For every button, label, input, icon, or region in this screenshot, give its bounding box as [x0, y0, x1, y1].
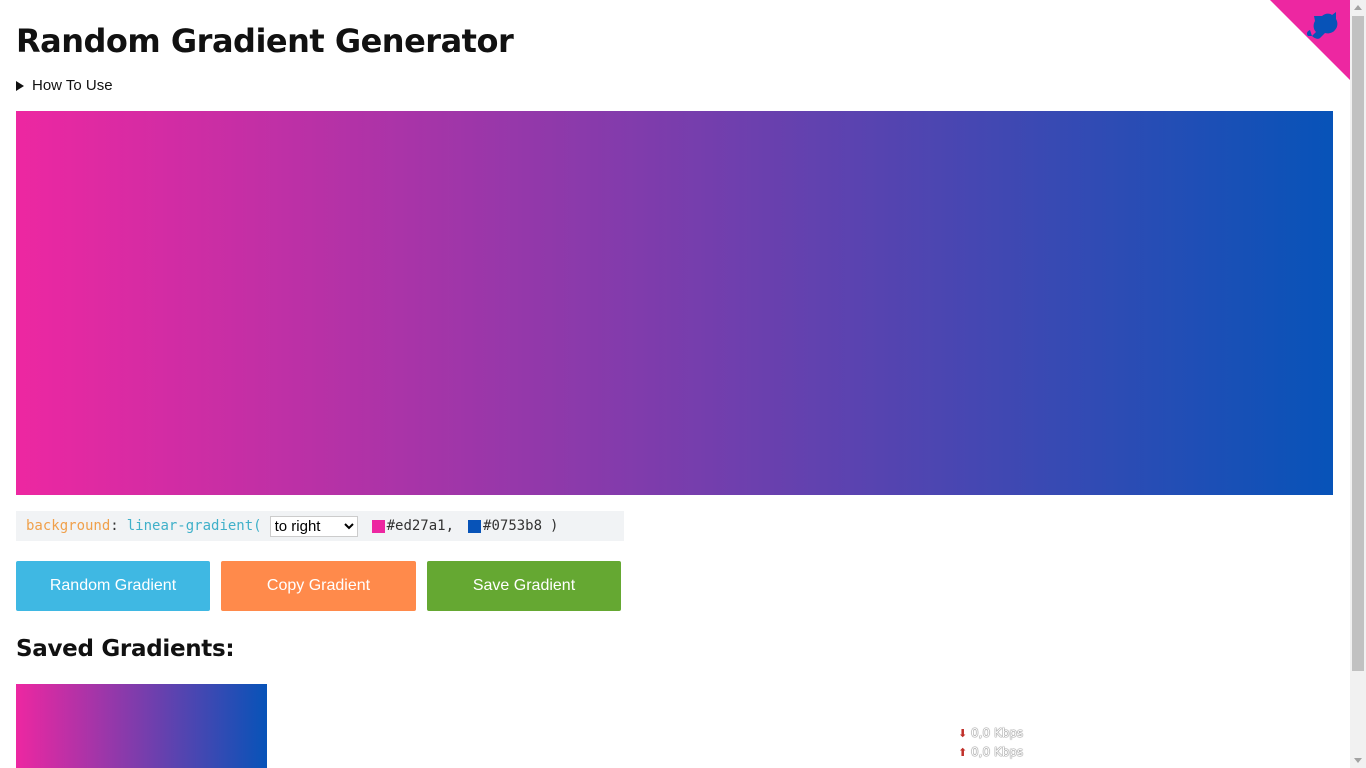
save-gradient-button[interactable]: Save Gradient — [427, 561, 621, 611]
disclosure-triangle-icon — [16, 80, 24, 91]
github-octocat-icon — [1270, 0, 1350, 80]
css-code-bar: background : linear-gradient( to right #… — [16, 511, 624, 541]
vertical-scrollbar[interactable] — [1350, 0, 1366, 768]
code-colon: : — [110, 518, 119, 534]
down-arrow-icon: ⬇ — [958, 727, 968, 740]
page: Random Gradient Generator How To Use bac… — [0, 0, 1350, 768]
how-to-use-label: How To Use — [32, 77, 113, 94]
page-title: Random Gradient Generator — [16, 22, 514, 60]
scroll-up-icon[interactable] — [1354, 5, 1362, 10]
direction-select[interactable]: to right — [269, 515, 358, 537]
download-speed: 0,0 Kbps — [971, 726, 1024, 740]
saved-gradient-thumbnail[interactable] — [16, 684, 267, 768]
up-arrow-icon: ⬆ — [958, 746, 968, 759]
scrollbar-thumb[interactable] — [1352, 16, 1364, 671]
code-property: background — [26, 518, 111, 534]
code-function: linear-gradient( — [126, 518, 262, 534]
color-end-value[interactable]: #0753b8 — [483, 518, 542, 534]
gradient-preview — [16, 111, 1333, 495]
color-end-swatch[interactable] — [468, 519, 482, 533]
copy-gradient-button[interactable]: Copy Gradient — [221, 561, 416, 611]
upload-speed: 0,0 Kbps — [971, 745, 1024, 759]
how-to-use-toggle[interactable]: How To Use — [16, 77, 113, 94]
github-corner-link[interactable] — [1270, 0, 1350, 80]
saved-gradients-heading: Saved Gradients: — [16, 636, 235, 662]
random-gradient-button[interactable]: Random Gradient — [16, 561, 210, 611]
color-start-swatch[interactable] — [371, 519, 385, 533]
code-close-paren: ) — [550, 518, 559, 534]
network-speed-widget: ⬇ 0,0 Kbps ⬆ 0,0 Kbps — [958, 724, 1023, 762]
network-download-row: ⬇ 0,0 Kbps — [958, 724, 1023, 743]
color-start-value[interactable]: #ed27a1, — [387, 518, 454, 534]
scroll-down-icon[interactable] — [1354, 758, 1362, 763]
network-upload-row: ⬆ 0,0 Kbps — [958, 743, 1023, 762]
